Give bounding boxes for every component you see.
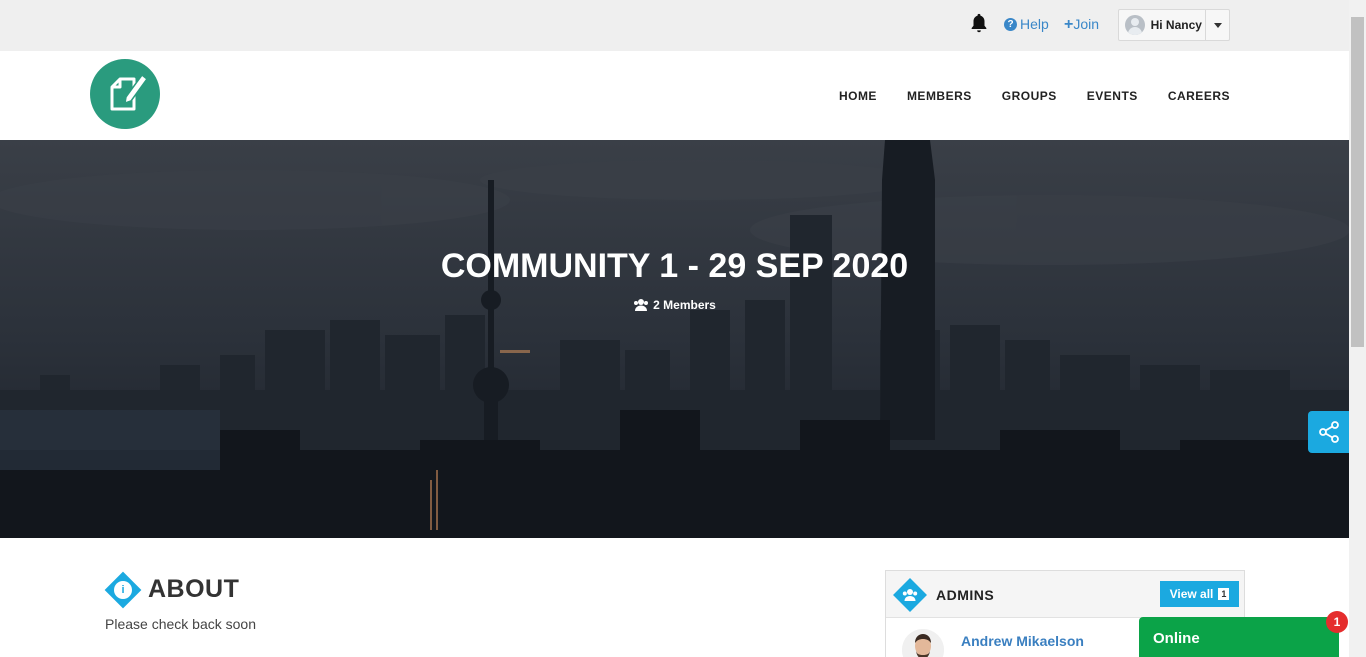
logo-edit-icon [110, 73, 149, 111]
plus-icon: + [1064, 16, 1074, 33]
chat-status-label: Online [1153, 630, 1200, 647]
chevron-down-icon [1213, 22, 1222, 28]
user-menu-toggle[interactable] [1205, 10, 1229, 40]
join-label: Join [1073, 16, 1100, 32]
nav-events[interactable]: EVENTS [1087, 89, 1138, 103]
nav-home[interactable]: HOME [839, 89, 877, 103]
primary-nav: HOME MEMBERS GROUPS EVENTS CAREERS [839, 89, 1230, 103]
scrollbar-thumb[interactable] [1351, 17, 1364, 347]
nav-members[interactable]: MEMBERS [907, 89, 972, 103]
admins-count-badge: 1 [1218, 588, 1230, 600]
help-link[interactable]: ? Help [1004, 16, 1049, 32]
view-all-admins-button[interactable]: View all 1 [1160, 581, 1239, 607]
members-count[interactable]: 2 Members [0, 298, 1349, 312]
chat-unread-badge: 1 [1326, 611, 1348, 633]
top-utility-bar: ? Help +Join Hi Nancy [0, 0, 1349, 51]
site-logo[interactable] [90, 59, 160, 129]
users-icon [634, 299, 649, 311]
view-all-label: View all [1169, 587, 1214, 601]
members-label: 2 Members [653, 298, 716, 312]
nav-groups[interactable]: GROUPS [1002, 89, 1057, 103]
about-heading: ABOUT [148, 575, 240, 603]
main-navbar: HOME MEMBERS GROUPS EVENTS CAREERS [0, 51, 1349, 140]
user-avatar [1125, 15, 1145, 35]
info-icon: i [114, 581, 132, 599]
join-link[interactable]: +Join [1064, 16, 1099, 34]
help-icon: ? [1004, 17, 1017, 31]
user-menu[interactable]: Hi Nancy [1118, 9, 1230, 41]
admin-name[interactable]: Andrew Mikaelson [961, 633, 1084, 649]
admin-avatar[interactable] [902, 629, 944, 657]
admins-icon [900, 585, 920, 605]
hero-banner: COMMUNITY 1 - 29 SEP 2020 2 Members [0, 140, 1349, 538]
online-chat-widget[interactable]: Online [1139, 617, 1339, 657]
page-scrollbar[interactable] [1349, 0, 1366, 657]
help-label: Help [1020, 16, 1049, 32]
city-skyline-background [0, 140, 1349, 538]
bell-icon[interactable] [968, 12, 990, 34]
share-button[interactable] [1308, 411, 1349, 453]
admins-heading: ADMINS [936, 587, 995, 603]
nav-careers[interactable]: CAREERS [1168, 89, 1230, 103]
page-title: COMMUNITY 1 - 29 SEP 2020 [440, 247, 909, 285]
about-text: Please check back soon [105, 616, 256, 632]
admins-panel-header: ADMINS View all 1 [886, 571, 1244, 618]
user-greeting: Hi Nancy [1150, 18, 1202, 32]
share-icon [1318, 421, 1339, 443]
